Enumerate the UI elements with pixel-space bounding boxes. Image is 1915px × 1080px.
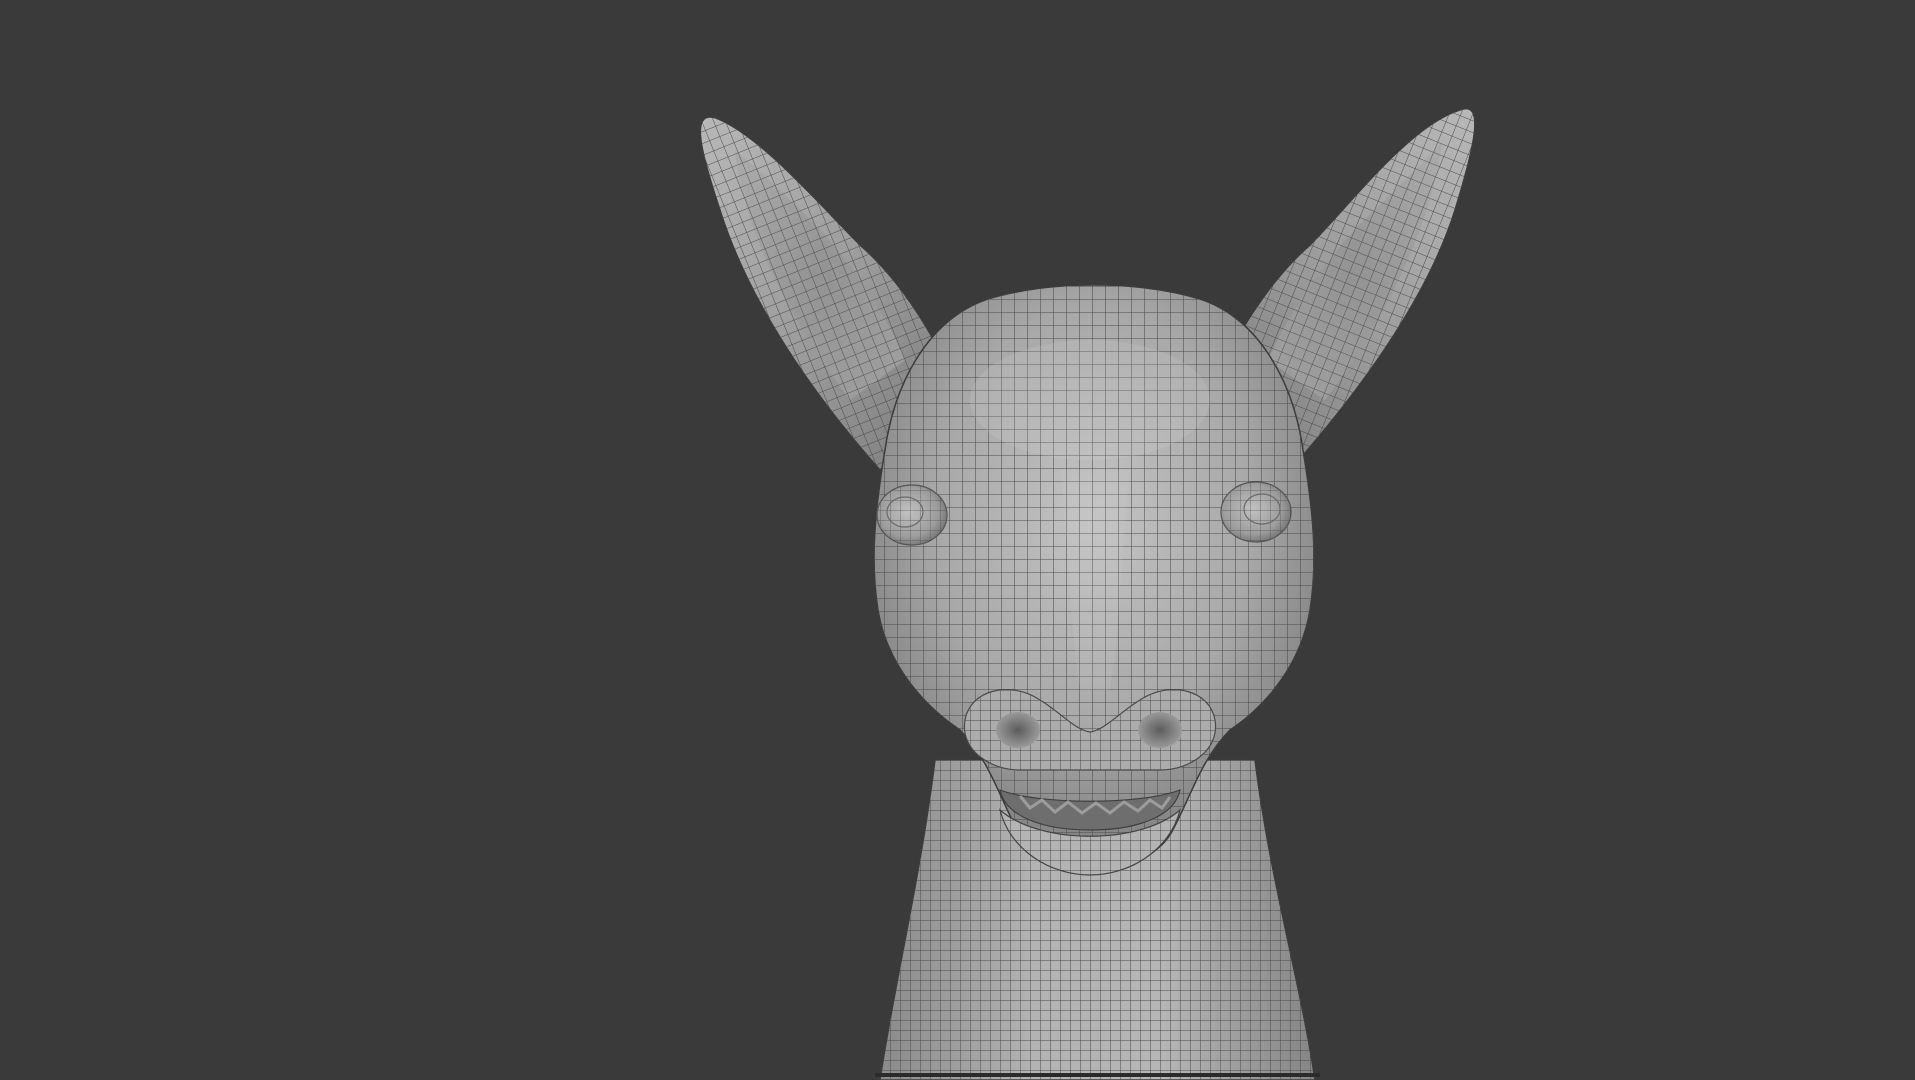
right-eye bbox=[1220, 481, 1292, 543]
left-eye bbox=[876, 484, 948, 546]
viewport-canvas[interactable] bbox=[0, 0, 1915, 1080]
3d-viewport[interactable] bbox=[0, 0, 1915, 1080]
